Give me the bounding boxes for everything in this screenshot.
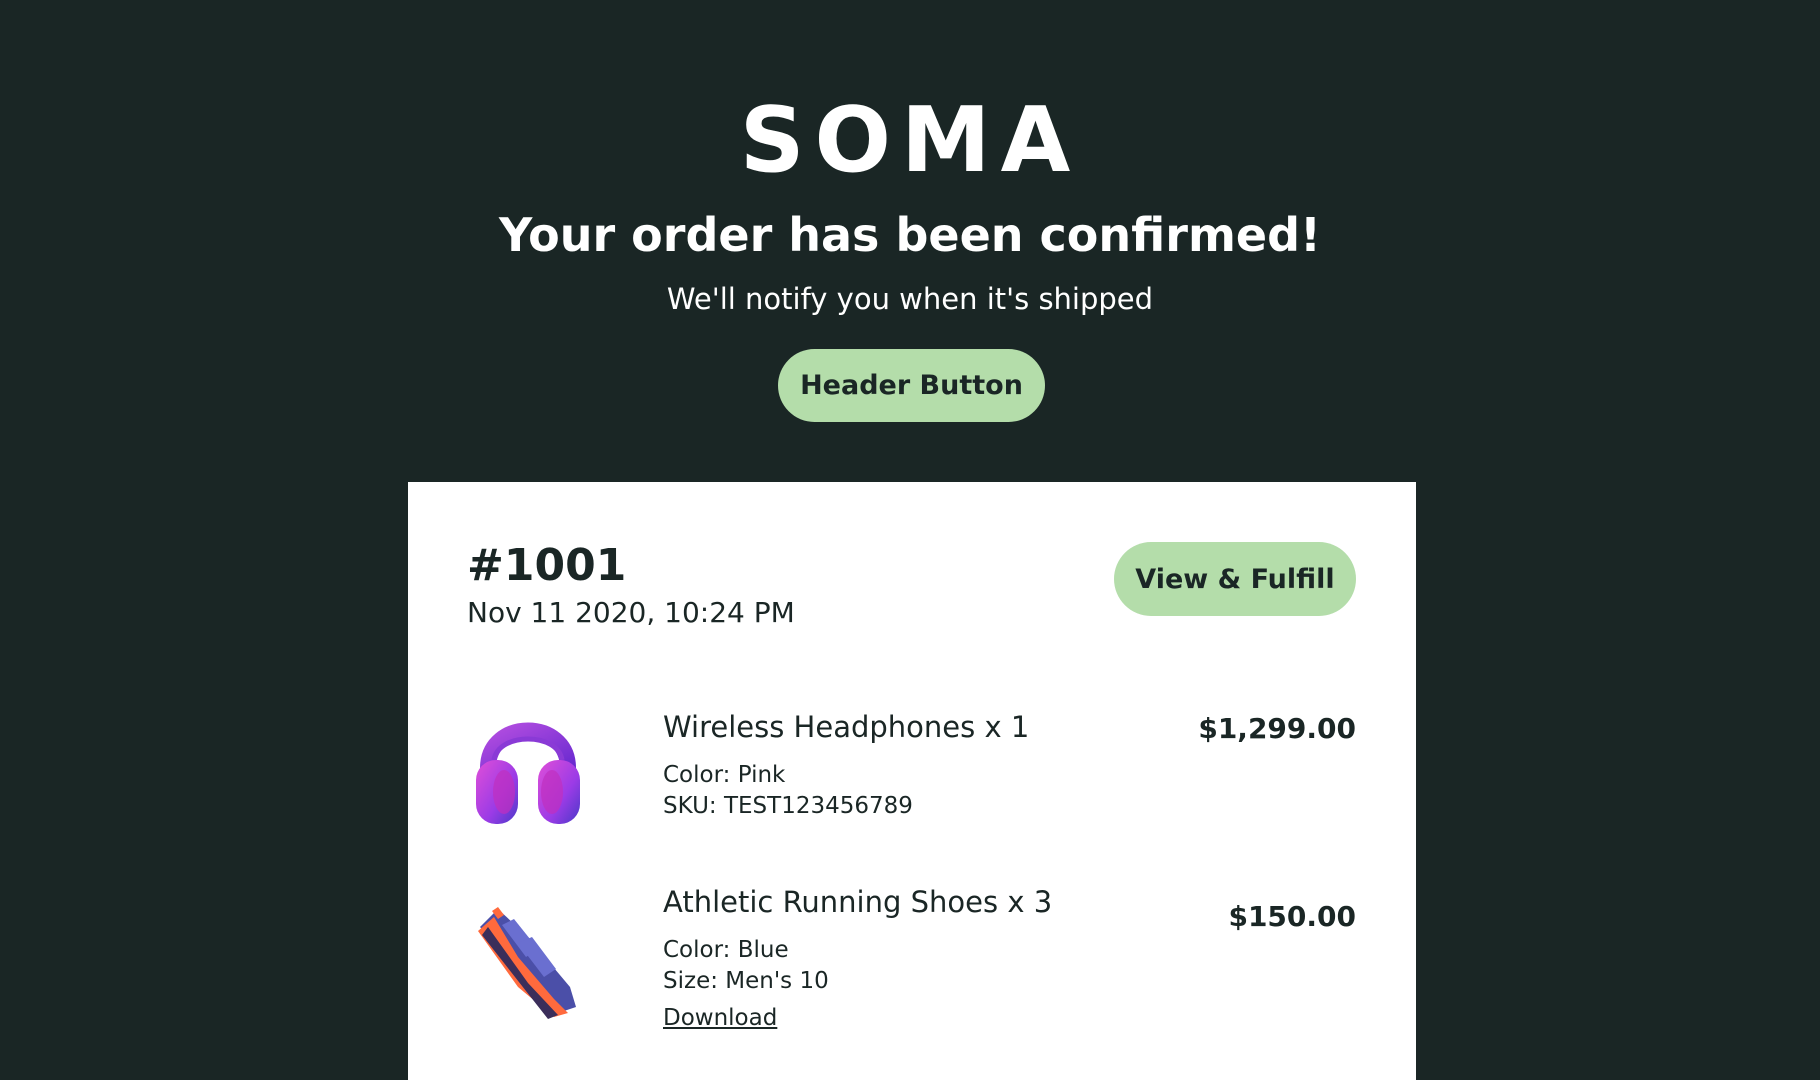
confirmation-title: Your order has been confirmed! — [499, 208, 1321, 262]
item-name: Wireless Headphones x 1 — [663, 710, 1030, 744]
header-button[interactable]: Header Button — [778, 349, 1045, 422]
item-price: $1,299.00 — [1198, 712, 1356, 745]
item-sku: SKU: TEST123456789 — [663, 793, 913, 819]
order-date: Nov 11 2020, 10:24 PM — [467, 596, 795, 629]
headphones-image — [476, 722, 580, 824]
item-color: Color: Blue — [663, 937, 789, 963]
order-card: #1001 Nov 11 2020, 10:24 PM View & Fulfi… — [408, 482, 1416, 1080]
running-shoe-image — [478, 907, 576, 1019]
confirmation-subtitle: We'll notify you when it's shipped — [666, 282, 1154, 316]
download-link[interactable]: Download — [663, 1005, 777, 1033]
item-price: $150.00 — [1228, 900, 1356, 933]
view-fulfill-button[interactable]: View & Fulfill — [1114, 542, 1356, 616]
item-color: Color: Pink — [663, 762, 786, 788]
item-name: Athletic Running Shoes x 3 — [663, 885, 1053, 919]
item-size: Size: Men's 10 — [663, 968, 829, 994]
brand-logo: SOMA — [739, 88, 1081, 193]
order-number: #1001 — [467, 540, 627, 591]
